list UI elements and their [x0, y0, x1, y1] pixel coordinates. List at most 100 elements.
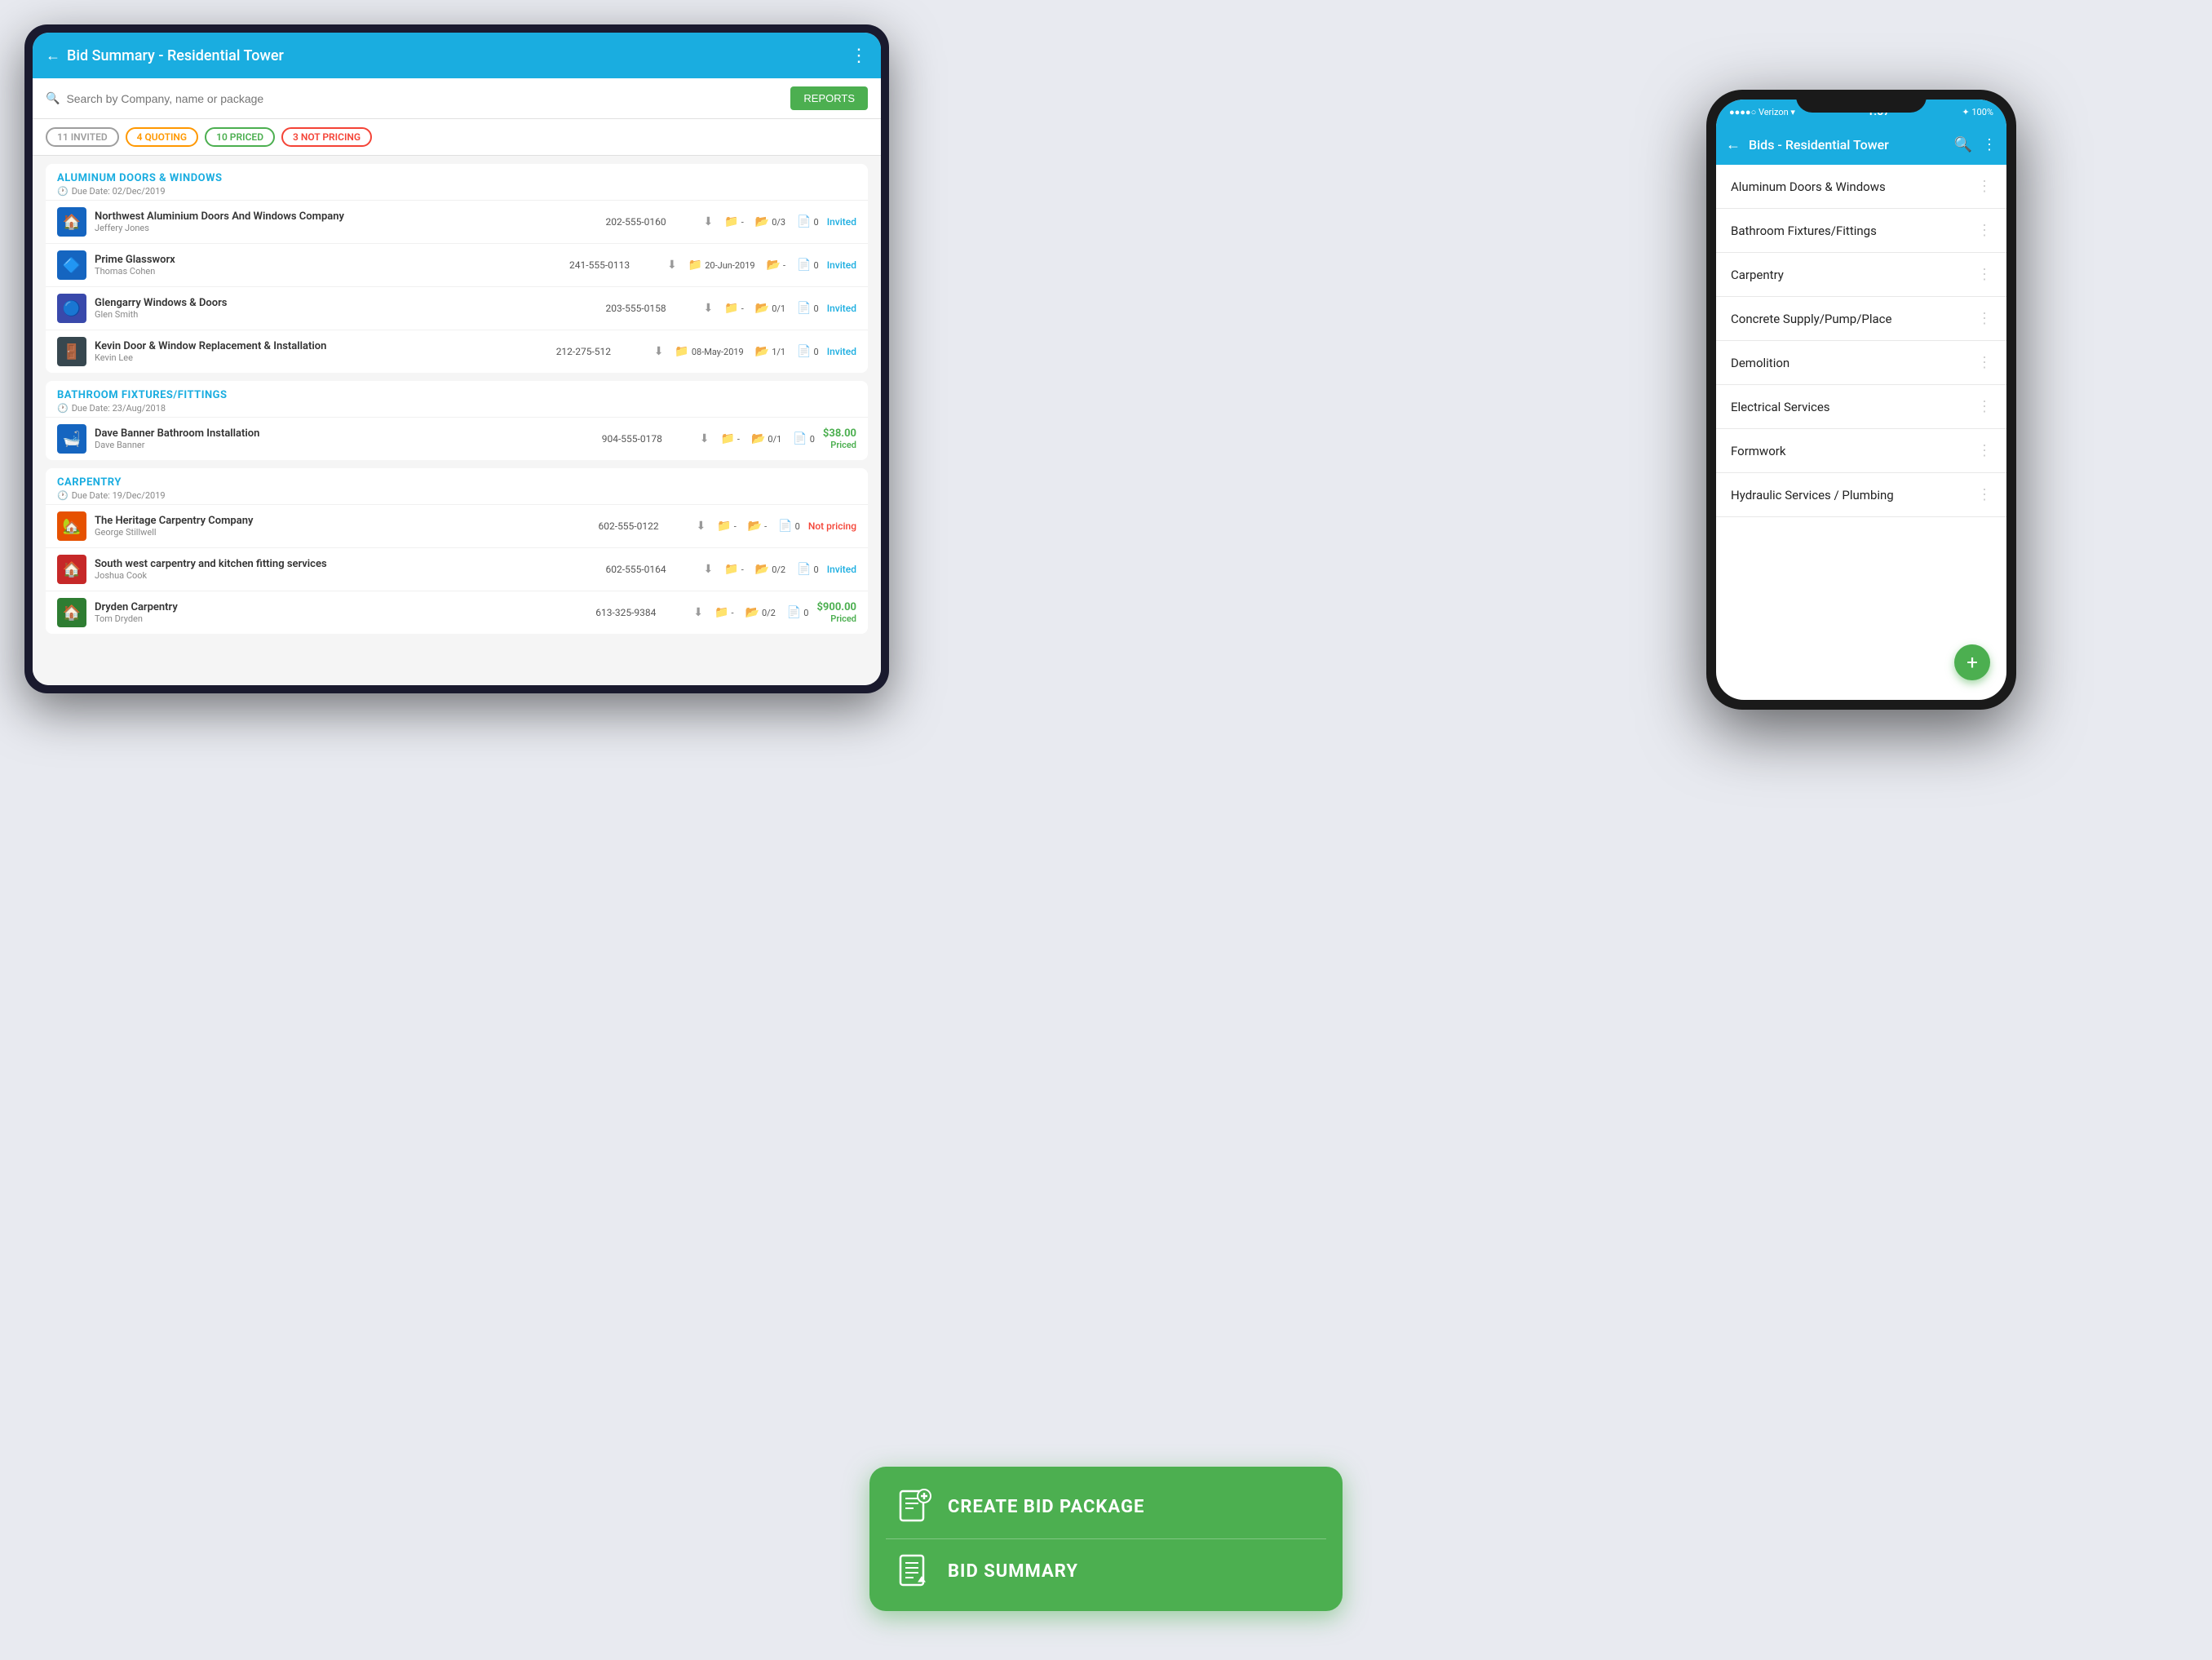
list-item[interactable]: Electrical Services ⋮: [1716, 385, 2006, 429]
more-icon[interactable]: ⋮: [1977, 486, 1992, 503]
banner-bid-summary[interactable]: BID SUMMARY: [886, 1538, 1326, 1603]
table-row[interactable]: 🛁 Dave Banner Bathroom Installation Dave…: [46, 417, 868, 460]
download-icon[interactable]: ⬇: [667, 259, 677, 272]
tablet-menu-button[interactable]: ⋮: [850, 46, 868, 66]
list-item[interactable]: Aluminum Doors & Windows ⋮: [1716, 165, 2006, 209]
status-price: $38.00: [823, 427, 856, 440]
phone-header: ← Bids - Residential Tower 🔍 ⋮: [1716, 124, 2006, 165]
docs-icon: 📂: [767, 259, 781, 272]
list-item-label: Formwork: [1731, 444, 1977, 458]
table-row[interactable]: 🏠 South west carpentry and kitchen fitti…: [46, 547, 868, 591]
notes-group: 📄 0: [797, 302, 819, 315]
sent-group: 📁 -: [714, 606, 733, 619]
company-actions: ⬇ 📁 08-May-2019 📂 1/1 📄 0: [654, 345, 819, 358]
docs-group: 📂 0/1: [755, 302, 785, 315]
list-item[interactable]: Bathroom Fixtures/Fittings ⋮: [1716, 209, 2006, 253]
phone-back-button[interactable]: ←: [1726, 136, 1741, 153]
phone-content-wrapper: Aluminum Doors & Windows ⋮ Bathroom Fixt…: [1716, 165, 2006, 700]
table-row[interactable]: 🏡 The Heritage Carpentry Company George …: [46, 504, 868, 547]
list-item-label: Carpentry: [1731, 268, 1977, 282]
filter-invited[interactable]: 11 INVITED: [46, 127, 119, 147]
notes-icon: 📄: [797, 345, 811, 358]
more-icon[interactable]: ⋮: [1977, 222, 1992, 239]
notes-icon: 📄: [797, 563, 811, 576]
sent-group: 📁 -: [724, 563, 743, 576]
download-icon[interactable]: ⬇: [697, 520, 706, 533]
table-row[interactable]: 🏠 Dryden Carpentry Tom Dryden 613-325-93…: [46, 591, 868, 634]
filter-bar: 11 INVITED 4 QUOTING 10 PRICED 3 NOT PRI…: [33, 119, 881, 156]
company-name: Glengarry Windows & Doors: [95, 297, 598, 309]
filter-quoting[interactable]: 4 QUOTING: [126, 127, 198, 147]
phone-battery: ✦ 100%: [1962, 107, 1993, 117]
list-item[interactable]: Hydraulic Services / Plumbing ⋮: [1716, 473, 2006, 517]
download-icon[interactable]: ⬇: [693, 606, 703, 619]
company-actions: ⬇ 📁 - 📂 0/2 📄 0: [704, 563, 819, 576]
company-name: The Heritage Carpentry Company: [95, 515, 591, 527]
list-item-label: Bathroom Fixtures/Fittings: [1731, 224, 1977, 238]
docs-group: 📂 -: [748, 520, 767, 533]
folder-icon: 📁: [720, 432, 734, 445]
more-icon[interactable]: ⋮: [1977, 266, 1992, 283]
fab-button[interactable]: +: [1954, 644, 1990, 680]
table-row[interactable]: 🚪 Kevin Door & Window Replacement & Inst…: [46, 330, 868, 373]
download-icon[interactable]: ⬇: [704, 563, 714, 576]
notes-group: 📄 0: [778, 520, 800, 533]
phone-carrier: ●●●●○ Verizon ▾: [1729, 107, 1795, 117]
avatar: 🏠: [57, 207, 86, 237]
status-badge: Priced: [823, 440, 856, 450]
table-row[interactable]: 🔵 Glengarry Windows & Doors Glen Smith 2…: [46, 286, 868, 330]
phone-screen: ●●●●○ Verizon ▾ 1:57 ✦ 100% ← Bids - Res…: [1716, 100, 2006, 700]
filter-priced[interactable]: 10 PRICED: [205, 127, 275, 147]
more-icon[interactable]: ⋮: [1977, 442, 1992, 459]
more-icon[interactable]: ⋮: [1977, 354, 1992, 371]
company-person: Dave Banner: [95, 440, 594, 450]
category-carpentry-title: CARPENTRY: [57, 476, 856, 489]
bid-summary-icon: [894, 1551, 935, 1591]
banner-create-label: CREATE BID PACKAGE: [948, 1497, 1144, 1517]
tablet-device: ← Bid Summary - Residential Tower ⋮ 🔍 RE…: [24, 24, 889, 693]
phone-search-icon[interactable]: 🔍: [1954, 136, 1972, 153]
docs-icon: 📂: [745, 606, 759, 619]
company-name: Dave Banner Bathroom Installation: [95, 427, 594, 440]
list-item[interactable]: Formwork ⋮: [1716, 429, 2006, 473]
list-item-label: Hydraulic Services / Plumbing: [1731, 488, 1977, 502]
company-name: South west carpentry and kitchen fitting…: [95, 558, 598, 570]
more-icon[interactable]: ⋮: [1977, 398, 1992, 415]
company-info: Prime Glassworx Thomas Cohen: [95, 254, 561, 277]
docs-icon: 📂: [751, 432, 765, 445]
table-row[interactable]: 🏠 Northwest Aluminium Doors And Windows …: [46, 200, 868, 243]
more-icon[interactable]: ⋮: [1977, 178, 1992, 195]
docs-icon: 📂: [755, 563, 769, 576]
tablet-screen: ← Bid Summary - Residential Tower ⋮ 🔍 RE…: [33, 33, 881, 685]
docs-group: 📂 0/1: [751, 432, 781, 445]
status-badge: Invited: [827, 303, 856, 314]
company-person: Joshua Cook: [95, 570, 598, 581]
filter-not-pricing[interactable]: 3 NOT PRICING: [281, 127, 372, 147]
list-item[interactable]: Concrete Supply/Pump/Place ⋮: [1716, 297, 2006, 341]
list-item[interactable]: Carpentry ⋮: [1716, 253, 2006, 297]
reports-button[interactable]: REPORTS: [790, 86, 868, 110]
docs-icon: 📂: [755, 215, 769, 228]
category-carpentry-header: CARPENTRY 🕐 Due Date: 19/Dec/2019: [46, 468, 868, 504]
more-icon[interactable]: ⋮: [1977, 310, 1992, 327]
docs-group: 📂 1/1: [755, 345, 785, 358]
download-icon[interactable]: ⬇: [700, 432, 710, 445]
download-icon[interactable]: ⬇: [704, 215, 714, 228]
sent-group: 📁 -: [720, 432, 739, 445]
category-carpentry: CARPENTRY 🕐 Due Date: 19/Dec/2019 🏡 The …: [46, 468, 868, 634]
download-icon[interactable]: ⬇: [654, 345, 664, 358]
table-row[interactable]: 🔷 Prime Glassworx Thomas Cohen 241-555-0…: [46, 243, 868, 286]
company-phone: 613-325-9384: [595, 607, 685, 618]
download-icon[interactable]: ⬇: [704, 302, 714, 315]
notes-group: 📄 0: [797, 215, 819, 228]
phone-menu-icon[interactable]: ⋮: [1982, 136, 1997, 153]
folder-icon: 📁: [724, 215, 738, 228]
list-item[interactable]: Demolition ⋮: [1716, 341, 2006, 385]
phone-device: ●●●●○ Verizon ▾ 1:57 ✦ 100% ← Bids - Res…: [1706, 90, 2016, 710]
create-bid-icon: [894, 1486, 935, 1527]
search-input[interactable]: [66, 92, 784, 105]
tablet-back-button[interactable]: ←: [46, 47, 60, 64]
avatar: 🏠: [57, 555, 86, 584]
notes-icon: 📄: [797, 215, 811, 228]
banner-create-bid[interactable]: CREATE BID PACKAGE: [886, 1475, 1326, 1538]
